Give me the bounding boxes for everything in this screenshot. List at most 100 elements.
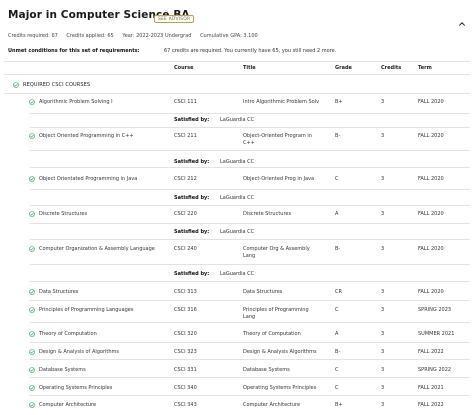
satisfied-by-label: Satisfied by: <box>174 270 210 277</box>
satisfied-by-label: Satisfied by: <box>174 158 210 165</box>
requirement-name: Operating Systems Principles <box>39 384 113 391</box>
divider <box>30 300 470 301</box>
unmet-conditions-label: Unmet conditions for this set of require… <box>8 48 140 54</box>
credits-applied: Credits applied: 65 <box>66 33 114 39</box>
course-term: FALL 2020 <box>418 288 444 295</box>
course-term: FALL 2020 <box>418 210 444 217</box>
credits-required: Credits required: 67 <box>8 33 58 39</box>
check-circle-icon <box>13 82 19 88</box>
course-code[interactable]: CSCI 316 <box>174 307 197 314</box>
course-code[interactable]: CSCI 111 <box>174 99 197 106</box>
course-code[interactable]: CSCI 240 <box>174 246 197 253</box>
requirement-name: Object Oriented Programming in C++ <box>39 132 134 139</box>
course-credits: 3 <box>381 384 385 391</box>
check-circle-icon <box>29 385 35 391</box>
course-title: Discrete Structures <box>243 210 292 217</box>
satisfied-by-label: Satisfied by: <box>174 116 210 123</box>
course-term: FALL 2021 <box>418 384 444 391</box>
column-header-term: Term <box>418 65 432 71</box>
satisfied-by-label: Satisfied by: <box>174 194 210 201</box>
chevron-up-icon[interactable] <box>458 20 466 28</box>
course-title: Operating Systems Principles <box>243 384 317 391</box>
divider <box>30 264 470 265</box>
course-code[interactable]: CSCI 220 <box>174 211 197 218</box>
course-term: SUMMER 2021 <box>418 330 455 337</box>
course-grade: A <box>335 210 339 217</box>
divider <box>4 74 470 75</box>
divider <box>30 150 470 151</box>
course-term: FALL 2022 <box>418 348 444 355</box>
check-circle-icon <box>29 349 35 355</box>
divider <box>30 342 470 343</box>
course-credits: 3 <box>381 348 385 355</box>
cumulative-gpa: Cumulative GPA: 3.100 <box>200 33 258 39</box>
course-code[interactable]: CSCI 340 <box>174 385 197 392</box>
satisfied-by-label: Satisfied by: <box>174 228 210 235</box>
course-grade: C <box>335 366 339 373</box>
course-grade: B- <box>335 132 341 139</box>
check-circle-icon <box>29 246 35 252</box>
divider <box>30 189 470 190</box>
divider <box>30 359 470 360</box>
course-credits: 3 <box>381 306 385 313</box>
status-badge: SEE ADVISOR <box>154 15 195 23</box>
course-code[interactable]: CSCI 211 <box>174 133 197 140</box>
requirement-name: Design & Analysis of Algorithms <box>39 348 120 355</box>
course-term: SPRING 2023 <box>418 306 452 313</box>
requirement-name: Discrete Structures <box>39 210 88 217</box>
course-code[interactable]: CSCI 212 <box>174 176 197 183</box>
course-title: Object-Oriented Program in C++ <box>243 132 312 146</box>
course-code[interactable]: CSCI 331 <box>174 367 197 374</box>
course-grade: B+ <box>335 401 343 408</box>
check-circle-icon <box>29 331 35 337</box>
check-circle-icon <box>29 289 35 295</box>
course-term: FALL 2020 <box>418 245 444 252</box>
course-credits: 3 <box>381 245 385 252</box>
requirement-name: Database Systems <box>39 366 86 373</box>
requirement-group-label: REQUIRED CSCI COURSES <box>23 82 91 88</box>
requirement-header: Major in Computer Science BA SEE ADVISOR… <box>8 6 466 39</box>
course-code[interactable]: CSCI 320 <box>174 331 197 338</box>
course-credits: 3 <box>381 175 385 182</box>
requirement-name: Computer Organization & Assembly Languag… <box>39 245 155 252</box>
satisfied-by-value: LaGuardia CC <box>220 158 255 165</box>
course-term: SPRING 2022 <box>418 366 452 373</box>
course-grade: C <box>335 306 339 313</box>
course-credits: 3 <box>381 98 385 105</box>
course-grade: B- <box>335 348 341 355</box>
course-credits: 3 <box>381 366 385 373</box>
unmet-conditions-text: 67 credits are required. You currently h… <box>164 48 337 54</box>
course-code[interactable]: CSCI 323 <box>174 349 197 356</box>
catalog-year: Year: 2022-2023 Undergrad <box>122 33 192 39</box>
requirement-stats: Credits required: 67 Credits applied: 65… <box>8 33 265 39</box>
course-code[interactable]: CSCI 313 <box>174 289 197 296</box>
divider <box>30 281 470 282</box>
divider <box>30 395 470 396</box>
satisfied-by-value: LaGuardia CC <box>220 116 255 123</box>
divider <box>30 127 470 128</box>
requirement-name: Data Structures <box>39 288 79 295</box>
course-grade: CR <box>335 288 342 295</box>
requirement-name: Theory of Computation <box>39 330 97 337</box>
course-title: Computer Architecture <box>243 401 301 408</box>
course-title: Object-Oriented Prog in Java <box>243 175 315 182</box>
course-credits: 3 <box>381 210 385 217</box>
course-grade: A <box>335 330 339 337</box>
course-credits: 3 <box>381 288 385 295</box>
check-circle-icon <box>29 211 35 217</box>
course-term: FALL 2020 <box>418 132 444 139</box>
course-title: Intro Algorithmic Problem Solv <box>243 98 320 105</box>
divider <box>30 239 470 240</box>
course-grade: C <box>335 384 339 391</box>
divider <box>30 113 470 114</box>
column-header-title: Title <box>243 65 256 71</box>
course-credits: 3 <box>381 401 385 408</box>
course-title: Principles of Programming Lang <box>243 306 309 320</box>
divider <box>4 61 470 62</box>
course-code[interactable]: CSCI 343 <box>174 402 197 409</box>
divider <box>30 377 470 378</box>
check-circle-icon <box>29 402 35 408</box>
satisfied-by-value: LaGuardia CC <box>220 270 255 277</box>
divider <box>30 205 470 206</box>
check-circle-icon <box>29 367 35 373</box>
